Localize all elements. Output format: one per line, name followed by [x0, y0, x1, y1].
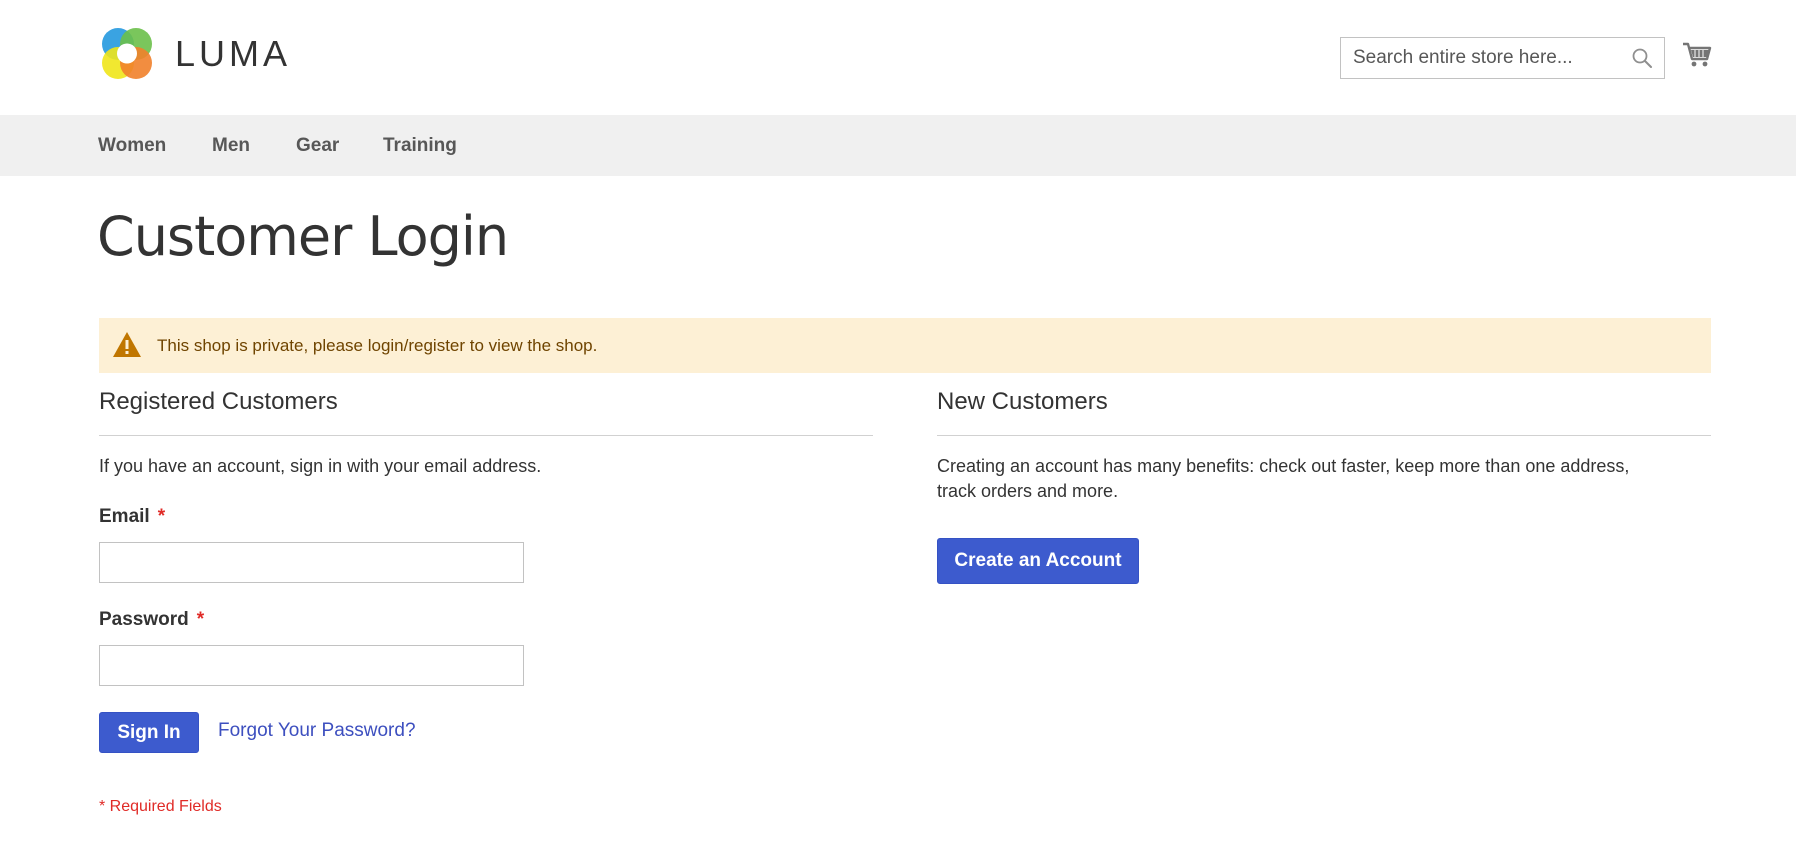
- search-box: [1340, 37, 1665, 79]
- search-icon[interactable]: [1631, 47, 1653, 69]
- email-label-text: Email: [99, 506, 150, 527]
- nav-item-men[interactable]: Men: [212, 115, 250, 176]
- password-label-text: Password: [99, 609, 189, 630]
- page-title: Customer Login: [97, 205, 509, 268]
- brand-name: LUMA: [175, 33, 292, 74]
- email-field[interactable]: [99, 542, 524, 583]
- private-shop-notice: This shop is private, please login/regis…: [99, 318, 1711, 373]
- create-account-button[interactable]: Create an Account: [937, 538, 1139, 584]
- password-field[interactable]: [99, 645, 524, 686]
- search-input[interactable]: [1341, 38, 1664, 78]
- registered-customers-title: Registered Customers: [99, 388, 338, 415]
- nav-item-women[interactable]: Women: [98, 115, 166, 176]
- password-required-marker: *: [196, 609, 205, 630]
- nav-item-training[interactable]: Training: [383, 115, 457, 176]
- warning-icon: [113, 332, 141, 357]
- notice-text: This shop is private, please login/regis…: [157, 336, 598, 355]
- new-customers-title: New Customers: [937, 388, 1108, 415]
- forgot-password-link[interactable]: Forgot Your Password?: [218, 720, 416, 742]
- header: LUMA: [0, 0, 1796, 115]
- required-fields-note: * Required Fields: [99, 798, 222, 815]
- email-label: Email *: [99, 506, 165, 528]
- sign-in-button[interactable]: Sign In: [99, 712, 199, 753]
- nav-item-gear[interactable]: Gear: [296, 115, 339, 176]
- registered-intro: If you have an account, sign in with you…: [99, 456, 542, 476]
- cart-icon[interactable]: [1682, 40, 1712, 70]
- password-label: Password *: [99, 609, 204, 631]
- main-nav: Women Men Gear Training: [0, 115, 1796, 176]
- new-customers-text-line1: Creating an account has many benefits: c…: [937, 456, 1630, 476]
- email-required-marker: *: [157, 506, 166, 527]
- store-logo-link[interactable]: LUMA: [98, 25, 291, 83]
- registered-divider: [99, 435, 873, 436]
- new-customers-text-line2: track orders and more.: [937, 481, 1119, 501]
- luma-logo-icon: [102, 28, 152, 79]
- new-customers-divider: [937, 435, 1711, 436]
